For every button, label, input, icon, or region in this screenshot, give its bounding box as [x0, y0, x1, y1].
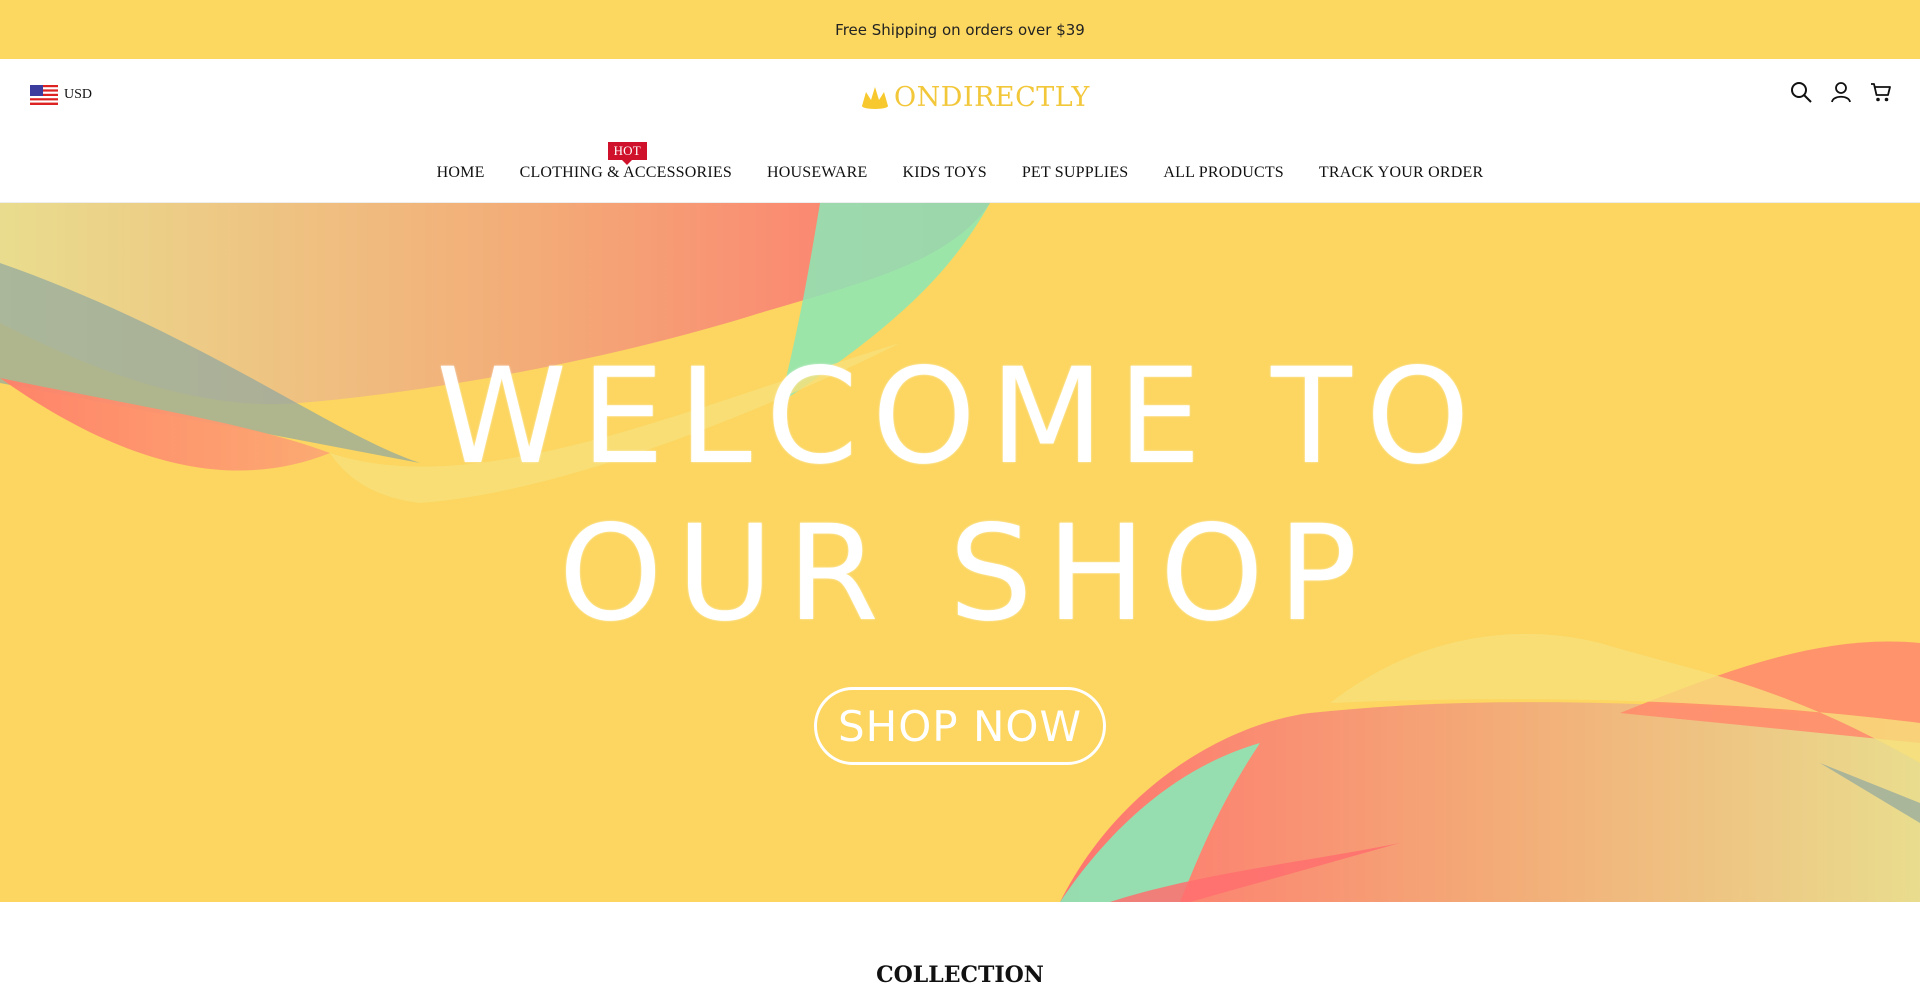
nav-label: PET SUPPLIES — [1021, 164, 1129, 181]
logo-text: ONDIRECTLY — [894, 81, 1090, 113]
nav-label: TRACK YOUR ORDER — [1318, 164, 1484, 181]
currency-code: USD — [64, 87, 93, 102]
us-flag-icon — [30, 85, 58, 105]
hero-banner[interactable]: WELCOME TO OUR SHOP SHOP NOW — [0, 203, 1920, 902]
nav-label: KIDS TOYS — [902, 164, 987, 181]
hero-heading-line-1: WELCOME TO — [436, 340, 1484, 494]
nav-item-pet-supplies[interactable]: PET SUPPLIES — [1022, 164, 1129, 182]
announcement-bar: Free Shipping on orders over $39 — [0, 0, 1920, 59]
announcement-text: Free Shipping on orders over $39 — [835, 20, 1085, 39]
nav-label: CLOTHING & ACCESSORIES — [519, 164, 733, 181]
hero-heading-line-2: OUR SHOP — [558, 497, 1372, 651]
nav-item-clothing-accessories[interactable]: HOT CLOTHING & ACCESSORIES — [519, 142, 733, 182]
nav-item-home[interactable]: HOME — [437, 164, 485, 182]
nav-label: HOME — [436, 164, 485, 181]
nav-label: ALL PRODUCTS — [1163, 164, 1284, 181]
account-icon[interactable] — [1830, 81, 1852, 103]
site-header: USD ONDIRECTLY HOME HOT CLOTHING & ACCES… — [0, 59, 1920, 203]
header-icons — [1790, 81, 1892, 103]
site-logo[interactable]: ONDIRECTLY — [860, 79, 1090, 115]
nav-label: HOUSEWARE — [767, 164, 868, 181]
crown-icon — [862, 87, 888, 109]
nav-item-all-products[interactable]: ALL PRODUCTS — [1163, 164, 1284, 182]
main-nav: HOME HOT CLOTHING & ACCESSORIES HOUSEWAR… — [0, 142, 1920, 191]
hot-badge: HOT — [607, 142, 647, 165]
search-icon[interactable] — [1790, 81, 1812, 103]
currency-selector[interactable]: USD — [30, 85, 92, 105]
nav-item-track-order[interactable]: TRACK YOUR ORDER — [1319, 164, 1483, 182]
nav-item-houseware[interactable]: HOUSEWARE — [767, 164, 867, 182]
section-title: COLLECTION — [876, 962, 1044, 988]
cart-icon[interactable] — [1870, 81, 1892, 103]
shop-now-button[interactable]: SHOP NOW — [814, 687, 1106, 765]
nav-item-kids-toys[interactable]: KIDS TOYS — [902, 164, 986, 182]
